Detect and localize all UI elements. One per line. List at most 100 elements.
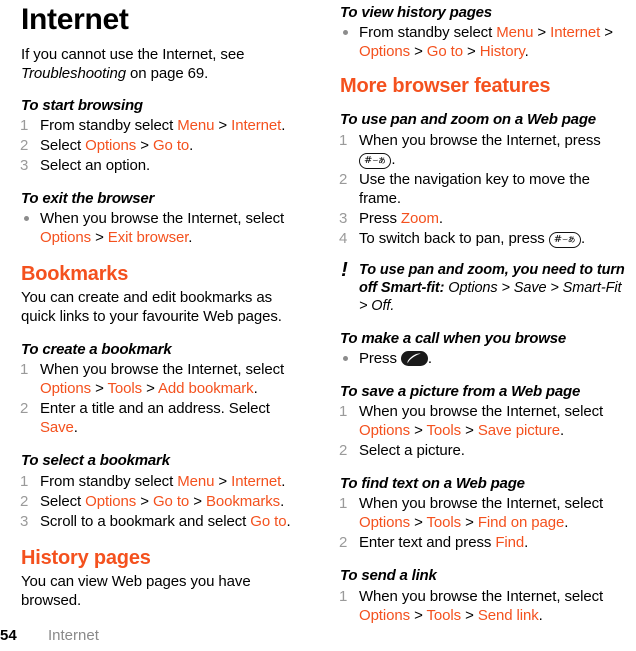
step-text-post: . xyxy=(581,229,586,247)
separator: > xyxy=(497,279,514,296)
ui-term: Off xyxy=(371,297,391,314)
task-heading-pan-zoom: To use pan and zoom on a Web page xyxy=(340,111,596,129)
separator: > xyxy=(462,43,480,61)
task-heading-save-picture: To save a picture from a Web page xyxy=(340,382,581,400)
ui-term: Menu xyxy=(496,24,534,42)
step-text-pre: To switch back to pan, press xyxy=(359,229,549,247)
separator: > xyxy=(410,422,427,439)
history-body: You can view Web pages you have browsed. xyxy=(21,572,251,609)
step-text-pre: Select a picture. xyxy=(359,442,465,459)
note-text-post: . xyxy=(390,297,395,314)
ui-term: Go to xyxy=(152,492,190,510)
ui-term: History xyxy=(479,43,525,61)
steps-pan-zoom: 1 When you browse the Internet, press #⌣ぁ… xyxy=(339,131,628,248)
ui-term: Go to xyxy=(250,512,287,530)
ui-term: Go to xyxy=(152,136,190,154)
separator: > xyxy=(461,514,478,532)
ui-term: Tools xyxy=(107,380,143,398)
bullets-view-history: From standby select Menu > Internet > Op… xyxy=(340,23,628,61)
ui-term: Options xyxy=(359,422,410,439)
section-heading-bookmarks: Bookmarks xyxy=(21,263,129,285)
separator: > xyxy=(546,279,563,296)
list-item: 4 To switch back to pan, press #⌣ぁ. xyxy=(339,229,628,248)
list-item: 1 When you browse the Internet, press #⌣ぁ… xyxy=(339,131,628,169)
step-text-post: . xyxy=(280,492,285,510)
ui-term: Save xyxy=(513,279,547,296)
task-heading-create-bookmark: To create a bookmark xyxy=(21,341,172,358)
step-number: 1 xyxy=(339,131,348,149)
ui-term: Menu xyxy=(177,472,215,490)
ui-term: Options xyxy=(40,229,91,246)
ui-term: Menu xyxy=(177,116,215,134)
tip-note: ! To use pan and zoom, you need to turn … xyxy=(340,260,628,315)
step-number: 1 xyxy=(20,116,29,134)
steps-select-bookmark: 1 From standby select Menu > Internet. 2S… xyxy=(20,472,306,531)
list-item: 2 Select Options > Go to. xyxy=(20,136,306,155)
separator: > xyxy=(91,380,108,398)
step-number: 2 xyxy=(20,400,29,418)
step-text-post: . xyxy=(281,116,286,134)
task-heading-select-bookmark: To select a bookmark xyxy=(21,452,170,470)
list-item: 2 Enter a title and an address. Select Sa… xyxy=(20,399,306,437)
task-heading-view-history: To view history pages xyxy=(340,4,492,21)
step-text-pre: Enter text and press xyxy=(359,534,496,552)
hash-key-icon: #⌣ぁ xyxy=(359,152,392,169)
list-item: 3 Select an option. xyxy=(20,156,306,175)
two-column-layout: Internet If you cannot use the Internet,… xyxy=(0,0,636,651)
step-text-post: . xyxy=(560,422,565,439)
ui-term: Options xyxy=(40,380,91,398)
step-text-pre: Use the navigation key to move the frame… xyxy=(359,170,590,207)
ui-term: Bookmarks xyxy=(205,492,281,510)
intro-text-part1: If you cannot use the Internet, see xyxy=(21,45,245,63)
step-text-pre: Select xyxy=(40,492,86,510)
bullet-text-pre: Press xyxy=(359,349,401,367)
bullet-dot-icon xyxy=(343,30,348,36)
list-item: 1 From standby select Menu > Internet. xyxy=(20,116,306,135)
footer-page-number: 54 xyxy=(0,627,17,644)
separator: > xyxy=(410,606,427,624)
ui-term: Tools xyxy=(426,514,462,532)
step-number: 1 xyxy=(20,472,29,490)
ui-term: Send link xyxy=(477,606,539,624)
ui-term: Tools xyxy=(426,606,462,624)
step-text-post: . xyxy=(73,419,78,437)
task-heading-send-link: To send a link xyxy=(340,567,437,585)
ui-term: Exit browser xyxy=(107,229,189,246)
ui-term: Options xyxy=(448,279,498,296)
step-text-pre: When you browse the Internet, select xyxy=(40,361,285,379)
step-number: 2 xyxy=(20,136,29,154)
step-text-pre: Press xyxy=(359,209,401,227)
bookmarks-body: You can create and edit bookmarks as qui… xyxy=(21,289,282,325)
hash-key-icon: #⌣ぁ xyxy=(548,231,582,248)
list-item: 2 Select a picture. xyxy=(339,441,628,460)
right-column: To view history pages From standby selec… xyxy=(318,0,636,651)
step-text-post: . xyxy=(524,534,529,552)
separator: > xyxy=(410,514,427,532)
steps-send-link: 1 When you browse the Internet, select Op… xyxy=(339,587,628,625)
ui-term: Options xyxy=(359,43,410,61)
ui-term: Internet xyxy=(231,472,282,490)
separator: > xyxy=(214,116,232,134)
separator: > xyxy=(136,136,153,154)
footer-section-name: Internet xyxy=(48,627,99,644)
step-text-pre: Scroll to a bookmark and select xyxy=(40,512,251,530)
separator: > xyxy=(142,380,159,398)
left-column: Internet If you cannot use the Internet,… xyxy=(0,0,318,651)
step-text-post: . xyxy=(281,472,286,490)
bullets-make-call: Press . xyxy=(340,349,628,368)
task-heading-start-browsing: To start browsing xyxy=(21,96,143,114)
list-item: Press . xyxy=(340,349,628,368)
ui-term: Options xyxy=(359,606,410,624)
separator: > xyxy=(214,472,232,490)
steps-find-text: 1 When you browse the Internet, select Op… xyxy=(339,494,628,552)
step-text-pre: Select xyxy=(40,136,86,154)
bullet-text-pre: When you browse the Internet, select xyxy=(40,210,285,227)
intro-text-part2: on page 69. xyxy=(125,64,209,82)
list-item: 1 When you browse the Internet, select Op… xyxy=(339,494,628,532)
bullets-exit-browser: When you browse the Internet, select Opt… xyxy=(21,209,306,247)
bullet-text-pre: From standby select xyxy=(359,24,497,42)
ui-term: Save xyxy=(40,419,74,437)
page-footer: 54 Internet xyxy=(0,627,318,645)
step-number: 1 xyxy=(339,403,348,420)
step-text-post: . xyxy=(391,150,396,168)
